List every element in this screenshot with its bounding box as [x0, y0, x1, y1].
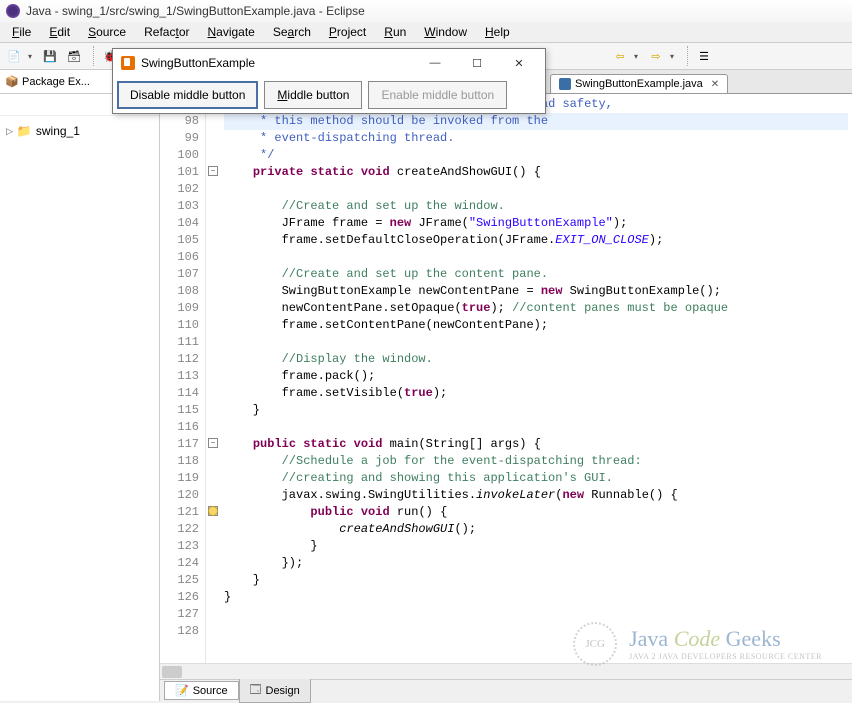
- package-explorer-panel: 📦 Package Ex... ⇄ 🔗 ▽ ▷ 📁 swing_1: [0, 70, 160, 701]
- tree-item-label: swing_1: [36, 124, 80, 138]
- forward-button[interactable]: ⇨: [646, 46, 666, 66]
- swing-content-pane: Disable middle button Middle button Enab…: [113, 77, 545, 113]
- back-button[interactable]: ⇦: [610, 46, 630, 66]
- fold-strip: −−−: [206, 94, 220, 663]
- editor-tab-label: SwingButtonExample.java: [575, 78, 703, 90]
- java-app-icon: [121, 56, 135, 70]
- warning-icon: [208, 506, 218, 516]
- menu-navigate[interactable]: Navigate: [199, 23, 262, 41]
- save-button[interactable]: 💾: [40, 46, 60, 66]
- menu-project[interactable]: Project: [321, 23, 374, 41]
- tree-item-project[interactable]: ▷ 📁 swing_1: [6, 122, 153, 140]
- window-title: Java - swing_1/src/swing_1/SwingButtonEx…: [26, 4, 365, 18]
- disable-middle-button[interactable]: Disable middle button: [117, 81, 258, 109]
- maximize-button[interactable]: ☐: [459, 51, 495, 75]
- fold-toggle[interactable]: −: [208, 166, 218, 176]
- design-icon: 🗔: [250, 681, 262, 700]
- editor-bottom-tabs: 📝 Source 🗔 Design: [160, 679, 852, 701]
- close-button[interactable]: ✕: [501, 51, 537, 75]
- swing-titlebar[interactable]: SwingButtonExample — ☐ ✕: [113, 49, 545, 77]
- save-all-button[interactable]: 🗃: [64, 46, 84, 66]
- line-gutter: 9798991001011021031041051061071081091101…: [160, 94, 206, 663]
- menu-run[interactable]: Run: [376, 23, 414, 41]
- menu-file[interactable]: File: [4, 23, 39, 41]
- package-explorer-label: Package Ex...: [22, 76, 90, 88]
- java-file-icon: [559, 78, 571, 90]
- editor-tab-active[interactable]: SwingButtonExample.java ✕: [550, 74, 728, 93]
- menu-search[interactable]: Search: [265, 23, 319, 41]
- menu-edit[interactable]: Edit: [41, 23, 78, 41]
- close-icon[interactable]: ✕: [711, 79, 719, 90]
- new-dropdown[interactable]: ▾: [28, 52, 36, 61]
- menu-help[interactable]: Help: [477, 23, 518, 41]
- project-icon: 📁: [17, 124, 32, 138]
- new-button[interactable]: 📄: [4, 46, 24, 66]
- editor-body[interactable]: 9798991001011021031041051061071081091101…: [160, 94, 852, 663]
- source-icon: 📝: [175, 684, 189, 697]
- perspective-button[interactable]: ☰: [694, 46, 714, 66]
- code-area[interactable]: * Create the GUI and show it. For thread…: [220, 94, 852, 663]
- eclipse-icon: [6, 4, 20, 18]
- source-tab[interactable]: 📝 Source: [164, 681, 239, 700]
- fold-toggle[interactable]: −: [208, 438, 218, 448]
- package-tree: ▷ 📁 swing_1: [0, 116, 159, 146]
- design-tab[interactable]: 🗔 Design: [239, 678, 311, 703]
- expand-icon[interactable]: ▷: [6, 126, 13, 137]
- menu-window[interactable]: Window: [416, 23, 475, 41]
- swing-example-window[interactable]: SwingButtonExample — ☐ ✕ Disable middle …: [112, 48, 546, 114]
- horizontal-scrollbar[interactable]: [160, 663, 852, 679]
- menu-refactor[interactable]: Refactor: [136, 23, 197, 41]
- eclipse-titlebar: Java - swing_1/src/swing_1/SwingButtonEx…: [0, 0, 852, 22]
- scroll-thumb[interactable]: [162, 666, 182, 678]
- package-icon: 📦: [6, 76, 18, 88]
- minimize-button[interactable]: —: [417, 51, 453, 75]
- swing-window-title: SwingButtonExample: [141, 56, 255, 70]
- menubar: File Edit Source Refactor Navigate Searc…: [0, 22, 852, 42]
- editor-area: SwingButtonExample.java ✕ 97989910010110…: [160, 70, 852, 701]
- menu-source[interactable]: Source: [80, 23, 134, 41]
- middle-button[interactable]: Middle button: [264, 81, 362, 109]
- enable-middle-button[interactable]: Enable middle button: [368, 81, 507, 109]
